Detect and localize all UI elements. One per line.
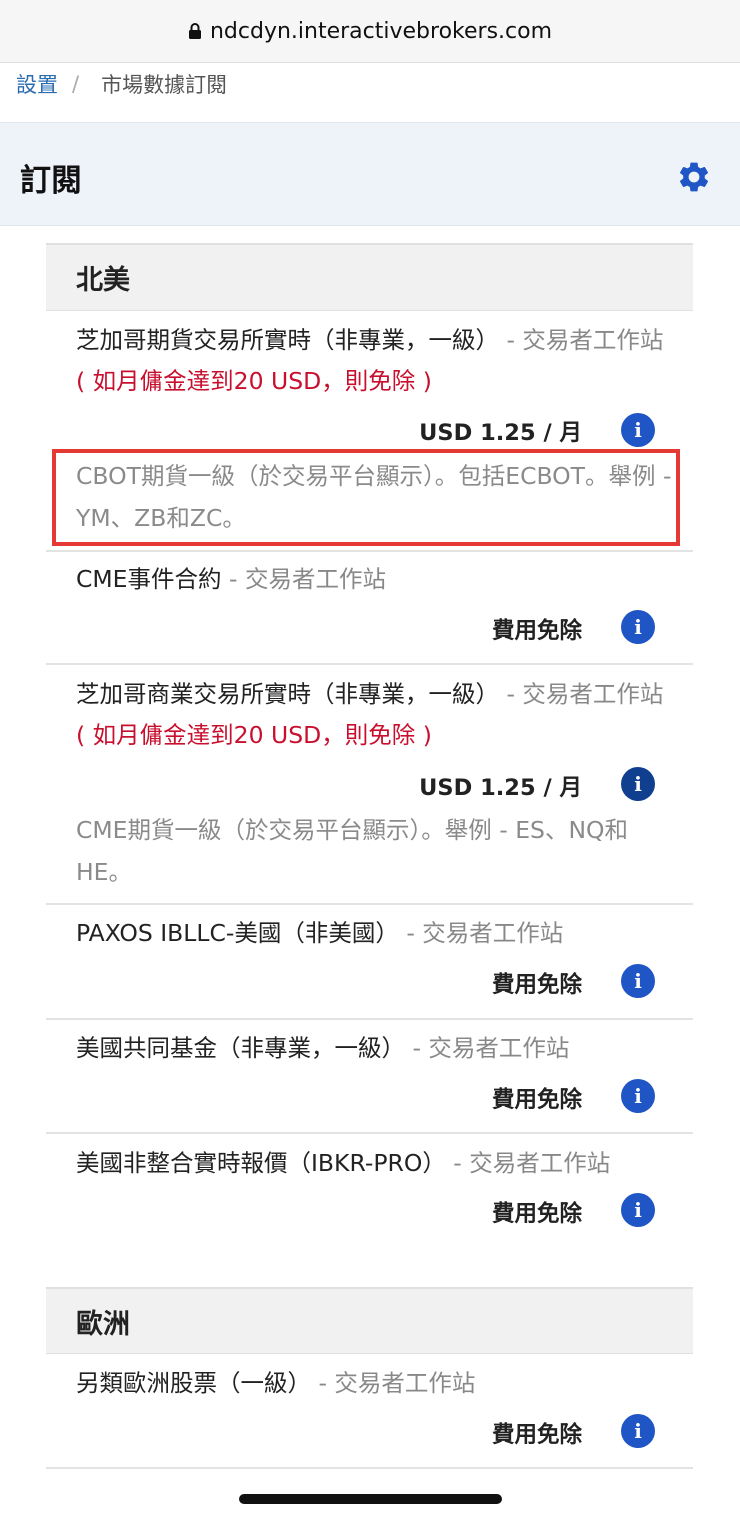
breadcrumb-settings-link[interactable]: 設置 bbox=[16, 69, 58, 99]
info-icon[interactable]: i bbox=[621, 1079, 655, 1113]
divider bbox=[46, 663, 693, 665]
subscription-price: 費用免除 bbox=[491, 1422, 582, 1448]
home-indicator bbox=[239, 1494, 502, 1504]
subscription-price: USD 1.25 / 月 bbox=[419, 775, 582, 801]
subscription-price: 費用免除 bbox=[491, 1201, 582, 1227]
subscription-name[interactable]: 芝加哥商業交易所實時（非專業，一級） - 交易者工作站 ( 如月傭金達到20 U… bbox=[76, 674, 676, 756]
browser-url-bar[interactable]: ndcdyn.interactivebrokers.com bbox=[0, 0, 740, 63]
info-icon[interactable]: i bbox=[621, 1414, 655, 1448]
gear-icon bbox=[679, 162, 709, 192]
page-title: 訂閱 bbox=[20, 163, 82, 199]
subscription-price: 費用免除 bbox=[491, 618, 582, 644]
section-header-north-america: 北美 bbox=[46, 243, 693, 311]
info-icon[interactable]: i bbox=[621, 1193, 655, 1227]
divider bbox=[46, 550, 693, 552]
section-header-europe: 歐洲 bbox=[46, 1287, 693, 1354]
subscription-name[interactable]: 另類歐洲股票（一級） - 交易者工作站 bbox=[76, 1363, 676, 1404]
info-icon[interactable]: i bbox=[621, 413, 655, 447]
breadcrumb: 設置 / 市場數據訂閱 bbox=[16, 64, 227, 104]
info-icon[interactable]: i bbox=[621, 964, 655, 998]
subscription-name[interactable]: PAXOS IBLLC-美國（非美國） - 交易者工作站 bbox=[76, 913, 676, 954]
subscription-name[interactable]: CME事件合約 - 交易者工作站 bbox=[76, 559, 676, 600]
subscription-name[interactable]: 美國共同基金（非專業，一級） - 交易者工作站 bbox=[76, 1028, 676, 1069]
info-icon[interactable]: i bbox=[621, 767, 655, 801]
subscription-description: CME期貨一級（於交易平台顯示）。舉例 - ES、NQ和HE。 bbox=[76, 816, 629, 886]
subscription-name[interactable]: 美國非整合實時報價（IBKR-PRO） - 交易者工作站 bbox=[76, 1143, 676, 1184]
info-icon[interactable]: i bbox=[621, 610, 655, 644]
breadcrumb-separator: / bbox=[72, 72, 80, 96]
lock-icon bbox=[188, 23, 201, 39]
page-header: 訂閱 bbox=[0, 122, 740, 226]
divider bbox=[46, 1132, 693, 1134]
subscription-price: 費用免除 bbox=[491, 1087, 582, 1113]
subscription-price: USD 1.25 / 月 bbox=[419, 420, 582, 446]
subscription-price: 費用免除 bbox=[491, 972, 582, 998]
divider bbox=[46, 1467, 693, 1469]
divider bbox=[46, 903, 693, 905]
subscription-name[interactable]: 芝加哥期貨交易所實時（非專業，一級） - 交易者工作站 ( 如月傭金達到20 U… bbox=[76, 320, 676, 402]
breadcrumb-current: 市場數據訂閱 bbox=[101, 73, 228, 97]
highlight-box bbox=[52, 449, 680, 546]
divider bbox=[46, 1018, 693, 1020]
settings-button[interactable] bbox=[676, 159, 712, 195]
url-text: ndcdyn.interactivebrokers.com bbox=[209, 18, 553, 44]
